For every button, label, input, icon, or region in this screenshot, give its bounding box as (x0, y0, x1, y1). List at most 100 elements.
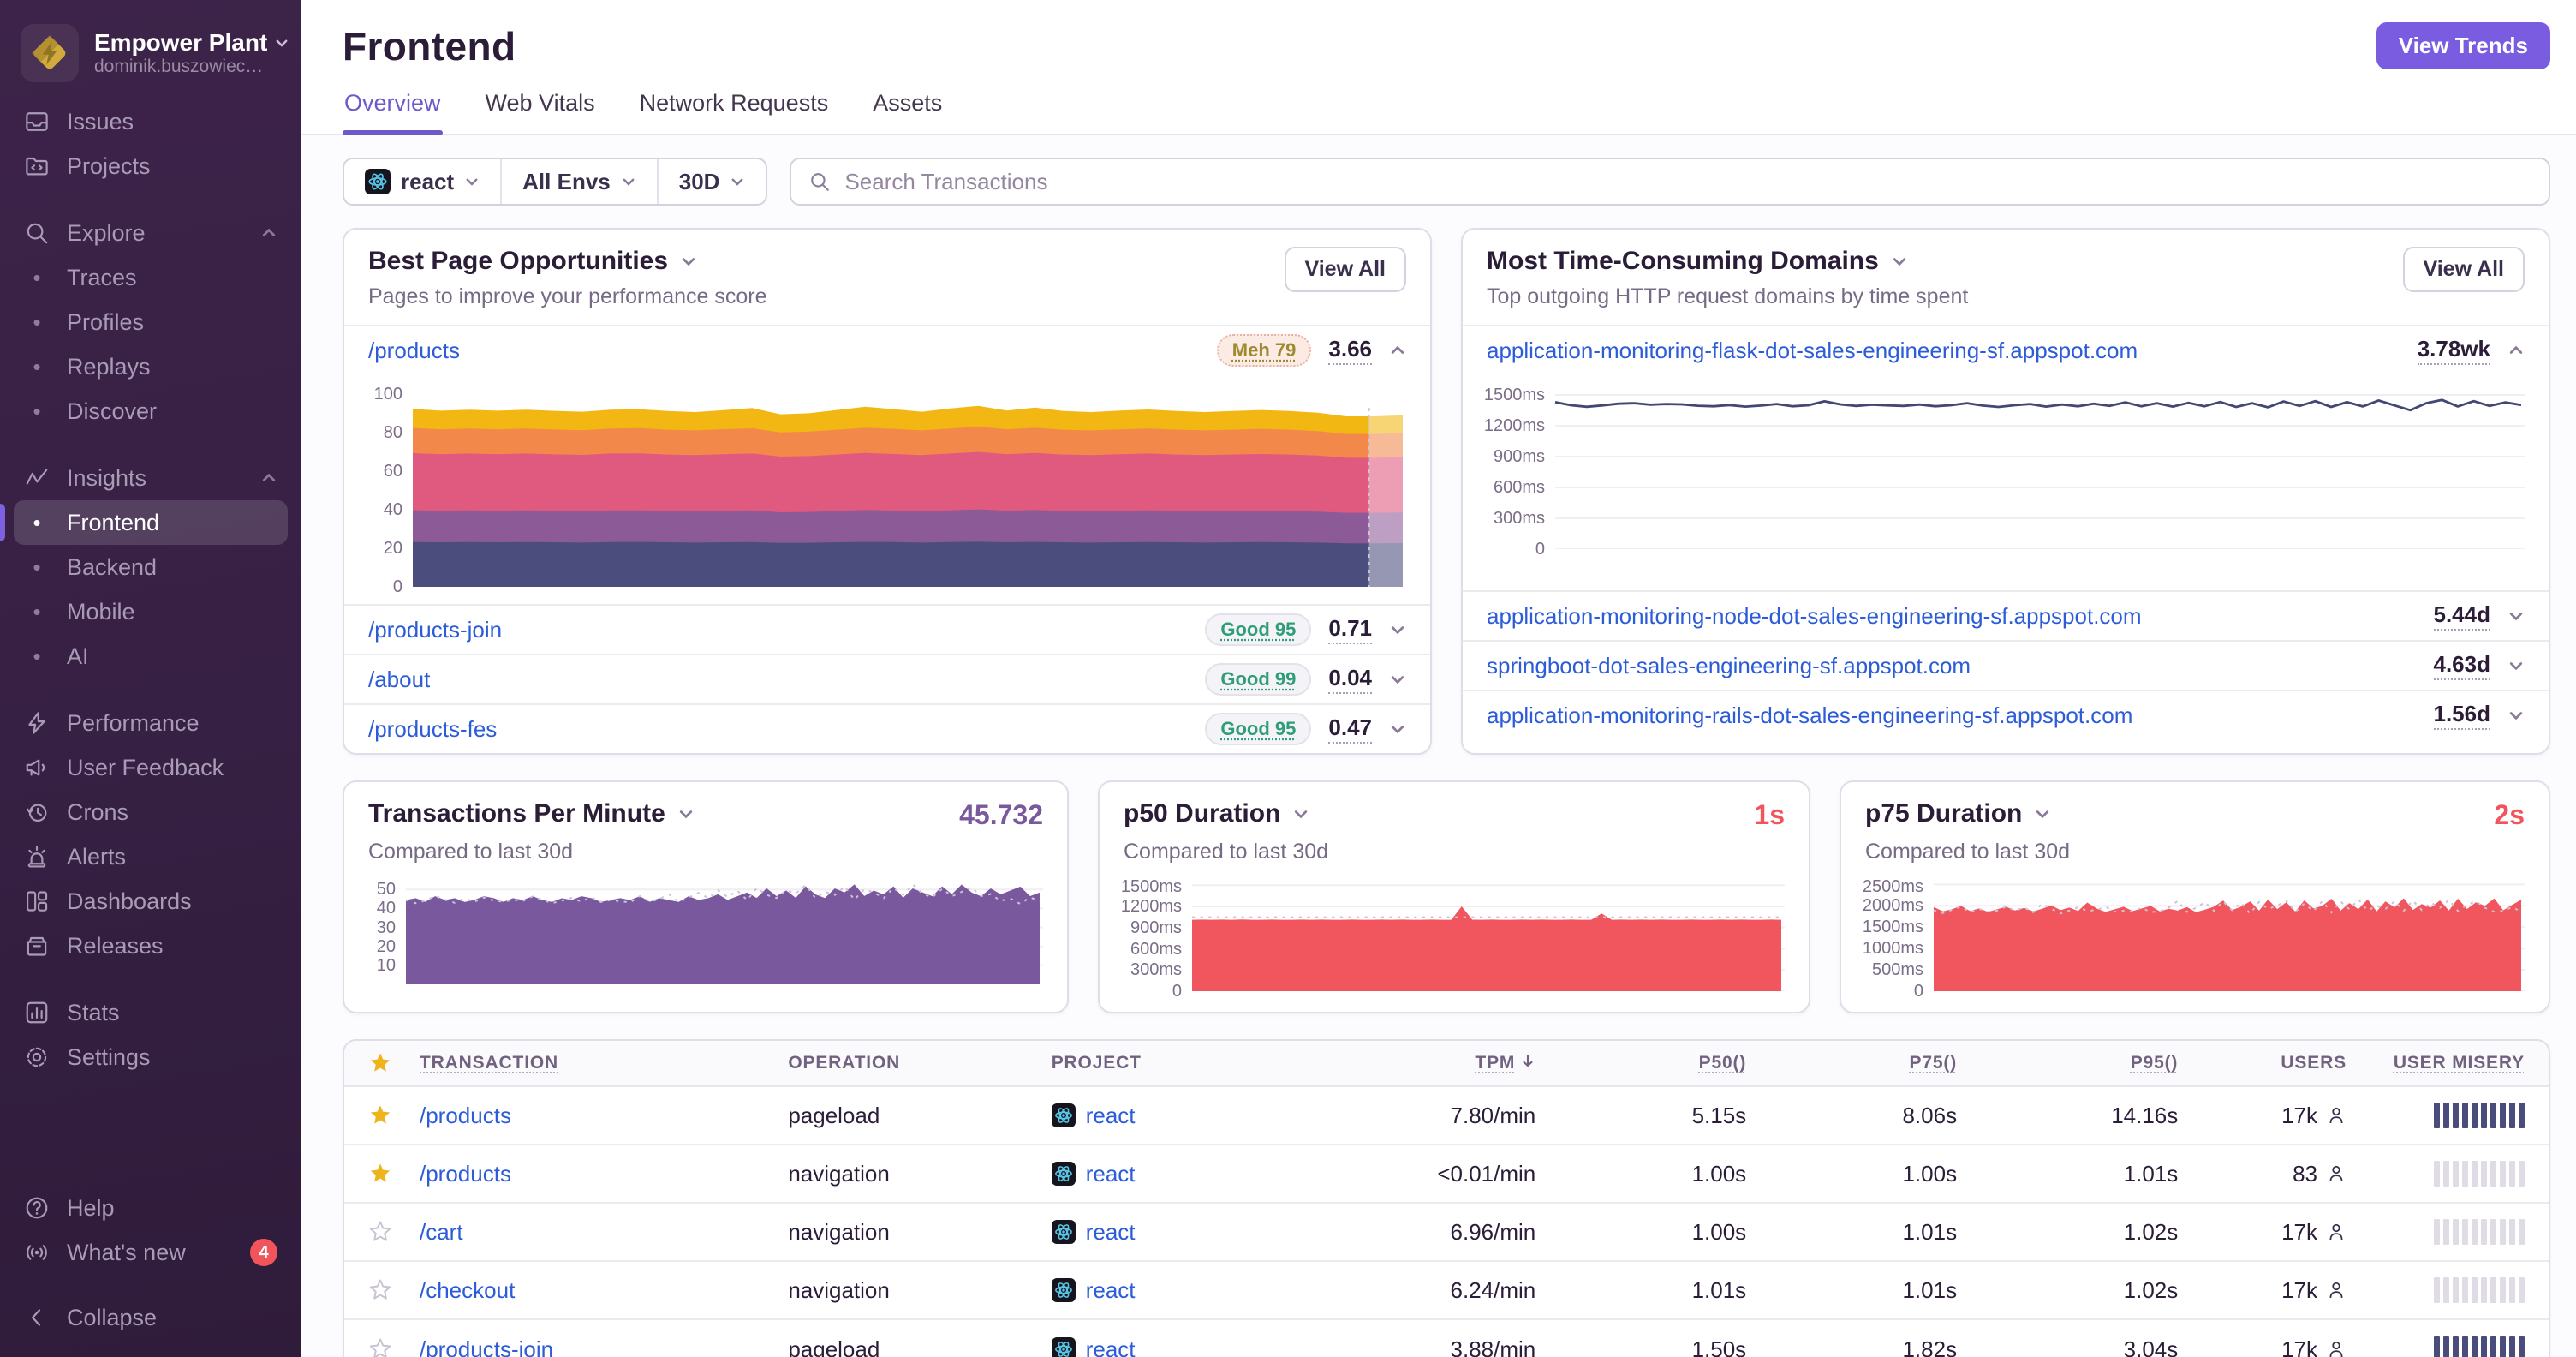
star-filled-icon[interactable] (368, 1162, 392, 1186)
table-row[interactable]: /products navigation react <0.01/min 1.00s 1.… (344, 1145, 2549, 1204)
best-page-row[interactable]: /products-fes Good 95 0.47 (344, 703, 1430, 753)
transaction-link[interactable]: /checkout (420, 1277, 788, 1304)
view-all-button[interactable]: View All (1284, 247, 1406, 292)
table-row[interactable]: /products pageload react 7.80/min 5.15s 8.06s… (344, 1087, 2549, 1145)
project-link[interactable]: react (1086, 1219, 1136, 1246)
sidebar-item-performance[interactable]: Performance (0, 701, 301, 745)
sidebar-item-frontend[interactable]: • Frontend (0, 500, 288, 545)
project-link[interactable]: react (1086, 1103, 1136, 1129)
sidebar-item-stats[interactable]: Stats (0, 990, 301, 1035)
search-box[interactable] (790, 158, 2550, 206)
sidebar-item-alerts[interactable]: Alerts (0, 834, 301, 879)
project-filter[interactable]: react (344, 159, 503, 204)
star-outline-icon[interactable] (368, 1220, 392, 1244)
domain-link[interactable]: application-monitoring-flask-dot-sales-e… (1487, 338, 2138, 364)
table-row[interactable]: /cart navigation react 6.96/min 1.00s 1.01s 1.… (344, 1204, 2549, 1262)
tab-assets[interactable]: Assets (871, 83, 944, 134)
sidebar-item-crons[interactable]: Crons (0, 790, 301, 834)
sidebar-item-issues[interactable]: Issues (0, 99, 301, 144)
transaction-link[interactable]: /products-join (368, 617, 502, 643)
chevron-down-icon[interactable] (2507, 607, 2525, 625)
star-icon[interactable] (368, 1051, 392, 1075)
chevron-down-icon[interactable] (1389, 720, 1406, 738)
chevron-down-icon[interactable] (1389, 621, 1406, 638)
star-filled-icon[interactable] (368, 1103, 392, 1127)
date-range-filter[interactable]: 30D (659, 159, 766, 204)
chevron-down-icon[interactable] (2507, 707, 2525, 724)
sidebar-item-mobile[interactable]: • Mobile (0, 589, 301, 634)
table-row[interactable]: /checkout navigation react 6.24/min 1.01s 1.0… (344, 1262, 2549, 1320)
sidebar-group-explore[interactable]: Explore (0, 211, 301, 255)
column-header-p50[interactable]: P50() (1535, 1053, 1746, 1073)
column-header-project[interactable]: PROJECT (1052, 1053, 1315, 1073)
chevron-down-icon[interactable] (2507, 657, 2525, 674)
chevron-down-icon[interactable] (1891, 253, 1908, 270)
project-link[interactable]: react (1086, 1161, 1136, 1187)
sidebar-item-dashboards[interactable]: Dashboards (0, 879, 301, 924)
chevron-down-icon[interactable] (677, 805, 695, 822)
column-header-usermisery[interactable]: USER MISERY (2346, 1053, 2525, 1073)
chevron-down-icon[interactable] (1389, 671, 1406, 688)
transaction-link[interactable]: /products (420, 1103, 788, 1129)
chevron-down-icon[interactable] (680, 253, 697, 270)
domain-row[interactable]: springboot-dot-sales-engineering-sf.apps… (1463, 640, 2549, 690)
search-input[interactable] (844, 168, 2531, 195)
column-header-p95[interactable]: P95() (1957, 1053, 2178, 1073)
chevron-up-icon[interactable] (260, 224, 277, 242)
star-outline-icon[interactable] (368, 1337, 392, 1357)
domain-row[interactable]: application-monitoring-flask-dot-sales-e… (1463, 325, 2549, 374)
chevron-up-icon[interactable] (1389, 342, 1406, 359)
sidebar-item-ai[interactable]: • AI (0, 634, 301, 678)
sidebar-item-releases[interactable]: Releases (0, 924, 301, 968)
metric-chart-p75[interactable]: 2500ms 2000ms 1500ms 1000ms 500ms 0 (1852, 878, 2528, 1000)
sidebar-group-insights[interactable]: Insights (0, 456, 301, 500)
table-row[interactable]: /products-join pageload react 3.88/min 1.50s… (344, 1320, 2549, 1357)
column-header-users[interactable]: USERS (2178, 1053, 2346, 1073)
column-header-p75[interactable]: P75() (1746, 1053, 1957, 1073)
transaction-link[interactable]: /products (420, 1161, 788, 1187)
transaction-link[interactable]: /about (368, 667, 430, 693)
best-page-row[interactable]: /products Meh 79 3.66 (344, 325, 1430, 374)
view-all-button[interactable]: View All (2402, 247, 2525, 292)
sidebar-item-projects[interactable]: Projects (0, 144, 301, 188)
chevron-up-icon[interactable] (2507, 342, 2525, 359)
sidebar-item-collapse[interactable]: Collapse (0, 1295, 301, 1340)
sidebar-item-traces[interactable]: • Traces (0, 255, 301, 300)
project-link[interactable]: react (1086, 1336, 1136, 1357)
sidebar-item-user-feedback[interactable]: User Feedback (0, 745, 301, 790)
column-header-transaction[interactable]: TRANSACTION (420, 1053, 788, 1073)
transaction-link[interactable]: /products-join (420, 1336, 788, 1357)
domain-link[interactable]: application-monitoring-rails-dot-sales-e… (1487, 702, 2132, 729)
domain-link[interactable]: application-monitoring-node-dot-sales-en… (1487, 603, 2142, 630)
project-link[interactable]: react (1086, 1277, 1136, 1304)
tab-network-requests[interactable]: Network Requests (638, 83, 831, 134)
domain-row[interactable]: application-monitoring-rails-dot-sales-e… (1463, 690, 2549, 739)
sidebar-item-settings[interactable]: Settings (0, 1035, 301, 1079)
column-header-tpm[interactable]: TPM (1315, 1053, 1535, 1073)
metric-chart-tpm[interactable]: 50 40 30 20 10 (355, 878, 1046, 984)
chevron-up-icon[interactable] (260, 469, 277, 487)
domain-duration-chart[interactable]: 1500ms 1200ms 900ms 600ms 300ms 0 (1473, 385, 2528, 558)
transaction-link[interactable]: /products (368, 338, 460, 364)
sidebar-item-replays[interactable]: • Replays (0, 344, 301, 389)
domain-link[interactable]: springboot-dot-sales-engineering-sf.apps… (1487, 653, 1971, 679)
sidebar-item-help[interactable]: Help (0, 1186, 301, 1230)
sidebar-item-discover[interactable]: • Discover (0, 389, 301, 433)
tab-overview[interactable]: Overview (343, 83, 444, 135)
view-trends-button[interactable]: View Trends (2376, 22, 2550, 69)
env-filter[interactable]: All Envs (502, 159, 659, 204)
chevron-down-icon[interactable] (2034, 805, 2051, 822)
best-page-row[interactable]: /about Good 99 0.04 (344, 654, 1430, 703)
sidebar-item-backend[interactable]: • Backend (0, 545, 301, 589)
sidebar-item-profiles[interactable]: • Profiles (0, 300, 301, 344)
tab-web-vitals[interactable]: Web Vitals (484, 83, 597, 134)
star-outline-icon[interactable] (368, 1278, 392, 1302)
best-page-row[interactable]: /products-join Good 95 0.71 (344, 604, 1430, 654)
domain-row[interactable]: application-monitoring-node-dot-sales-en… (1463, 590, 2549, 640)
column-header-operation[interactable]: OPERATION (788, 1053, 1051, 1073)
transaction-link[interactable]: /products-fes (368, 716, 497, 743)
chevron-down-icon[interactable] (1292, 805, 1309, 822)
org-switcher[interactable]: Empower Plant dominik.buszowiec… (0, 17, 301, 99)
web-vitals-chart[interactable]: 100 80 60 40 20 0 (355, 385, 1410, 595)
sidebar-item-what-s-new[interactable]: What's new 4 (0, 1230, 301, 1275)
